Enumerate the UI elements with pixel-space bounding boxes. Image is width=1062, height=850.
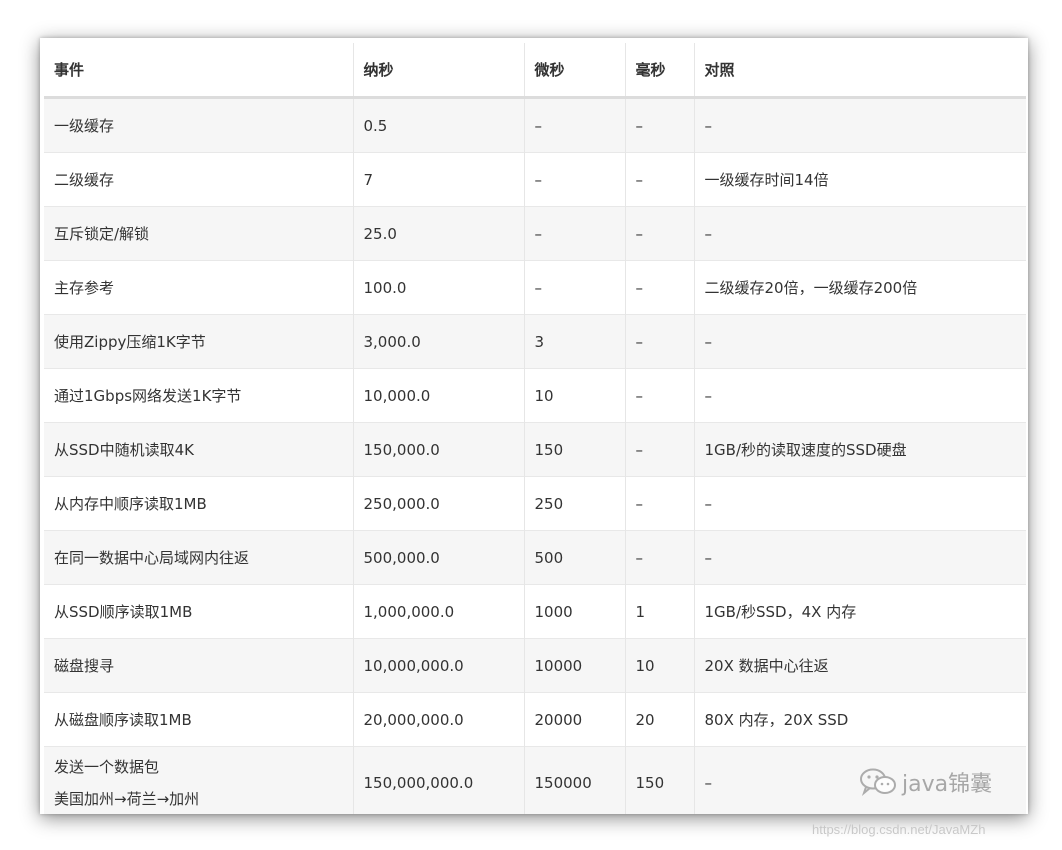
- cell-microseconds: 500: [524, 530, 626, 585]
- cell-event: 磁盘搜寻: [44, 638, 354, 693]
- cell-event-line1: 发送一个数据包: [54, 758, 160, 776]
- cell-microseconds: –: [524, 260, 626, 315]
- cell-event: 从SSD中随机读取4K: [44, 422, 354, 477]
- cell-comparison: –: [694, 368, 1026, 423]
- cell-microseconds: 150000: [524, 746, 626, 814]
- cell-microseconds: 150: [524, 422, 626, 477]
- cell-microseconds: 20000: [524, 692, 626, 747]
- cell-nanoseconds: 150,000,000.0: [353, 746, 525, 814]
- header-nanoseconds: 纳秒: [353, 43, 525, 99]
- cell-comparison: 二级缓存20倍，一级缓存200倍: [694, 260, 1026, 315]
- cell-milliseconds: –: [625, 97, 695, 153]
- cell-nanoseconds: 100.0: [353, 260, 525, 315]
- table-row: 使用Zippy压缩1K字节 3,000.0 3– –: [44, 314, 1026, 369]
- cell-milliseconds: –: [625, 476, 695, 531]
- cell-nanoseconds: 10,000,000.0: [353, 638, 525, 693]
- cell-event: 二级缓存: [44, 152, 354, 207]
- cell-milliseconds: 20: [625, 692, 695, 747]
- cell-comparison: –: [694, 97, 1026, 153]
- cell-nanoseconds: 1,000,000.0: [353, 584, 525, 639]
- cell-microseconds: 250: [524, 476, 626, 531]
- table-card: 事件 纳秒 微秒 毫秒 对照 一级缓存 0.5– – – 二级缓存 7– – 一级缓存时间14…: [40, 38, 1028, 814]
- cell-event: 发送一个数据包美国加州→荷兰→加州: [44, 746, 354, 814]
- cell-microseconds: –: [524, 206, 626, 261]
- cell-event: 互斥锁定/解锁: [44, 206, 354, 261]
- header-milliseconds: 毫秒: [625, 43, 695, 99]
- table-row: 磁盘搜寻 10,000,000.0 10000 10 20X 数据中心往返: [44, 638, 1026, 693]
- table-row: 从SSD顺序读取1MB 1,000,000.0 1000 1 1GB/秒SSD，4X 内…: [44, 584, 1026, 639]
- cell-event: 一级缓存: [44, 97, 354, 153]
- table-row: 通过1Gbps网络发送1K字节 10,000.0 10– –: [44, 368, 1026, 423]
- watermark-text: java锦囊: [902, 772, 993, 797]
- cell-milliseconds: 1: [625, 584, 695, 639]
- cell-nanoseconds: 25.0: [353, 206, 525, 261]
- cell-comparison: 一级缓存时间14倍: [694, 152, 1026, 207]
- cell-milliseconds: –: [625, 314, 695, 369]
- cell-microseconds: 1000: [524, 584, 626, 639]
- cell-comparison: 80X 内存，20X SSD: [694, 692, 1026, 747]
- cell-nanoseconds: 10,000.0: [353, 368, 525, 423]
- cell-event: 在同一数据中心局域网内往返: [44, 530, 354, 585]
- cell-nanoseconds: 150,000.0: [353, 422, 525, 477]
- cell-milliseconds: –: [625, 530, 695, 585]
- table-row: 从SSD中随机读取4K 150,000.0 150–1GB/秒的读取速度的SSD硬盘: [44, 422, 1026, 477]
- watermark: java锦囊: [858, 766, 992, 803]
- cell-milliseconds: –: [625, 368, 695, 423]
- table-row: 一级缓存 0.5– – –: [44, 97, 1026, 153]
- cell-comparison: 1GB/秒SSD，4X 内存: [694, 584, 1026, 639]
- table-row: 从内存中顺序读取1MB 250,000.0 250– –: [44, 476, 1026, 531]
- cell-comparison: –: [694, 206, 1026, 261]
- cell-nanoseconds: 250,000.0: [353, 476, 525, 531]
- table-row: 从磁盘顺序读取1MB 20,000,000.0 20000 20 80X 内存，20X …: [44, 692, 1026, 747]
- cell-event: 从内存中顺序读取1MB: [44, 476, 354, 531]
- cell-microseconds: –: [524, 97, 626, 153]
- cell-microseconds: 10: [524, 368, 626, 423]
- table-row: 互斥锁定/解锁 25.0– – –: [44, 206, 1026, 261]
- cell-milliseconds: –: [625, 206, 695, 261]
- cell-milliseconds: –: [625, 260, 695, 315]
- cell-milliseconds: –: [625, 152, 695, 207]
- cell-event: 从磁盘顺序读取1MB: [44, 692, 354, 747]
- table-row: 主存参考 100.0– – 二级缓存20倍，一级缓存200倍: [44, 260, 1026, 315]
- cell-comparison: 1GB/秒的读取速度的SSD硬盘: [694, 422, 1026, 477]
- table-row: 在同一数据中心局域网内往返 500,000.0 500– –: [44, 530, 1026, 585]
- cell-nanoseconds: 7: [353, 152, 525, 207]
- cell-microseconds: 3: [524, 314, 626, 369]
- header-comparison: 对照: [694, 43, 1026, 99]
- cell-nanoseconds: 0.5: [353, 97, 525, 153]
- header-row: 事件 纳秒 微秒 毫秒 对照: [44, 43, 1026, 99]
- cell-microseconds: –: [524, 152, 626, 207]
- cell-event: 使用Zippy压缩1K字节: [44, 314, 354, 369]
- cell-event: 通过1Gbps网络发送1K字节: [44, 368, 354, 423]
- latency-table: 事件 纳秒 微秒 毫秒 对照 一级缓存 0.5– – – 二级缓存 7– – 一级缓存时间14…: [44, 43, 1026, 814]
- cell-comparison: 20X 数据中心往返: [694, 638, 1026, 693]
- cell-milliseconds: –: [625, 422, 695, 477]
- wechat-icon: [858, 767, 898, 803]
- cell-comparison: –: [694, 476, 1026, 531]
- header-microseconds: 微秒: [524, 43, 626, 99]
- cell-comparison: –: [694, 314, 1026, 369]
- cell-nanoseconds: 500,000.0: [353, 530, 525, 585]
- cell-microseconds: 10000: [524, 638, 626, 693]
- cell-milliseconds: 150: [625, 746, 695, 814]
- cell-comparison: –: [694, 530, 1026, 585]
- cell-event: 从SSD顺序读取1MB: [44, 584, 354, 639]
- cell-nanoseconds: 3,000.0: [353, 314, 525, 369]
- cell-nanoseconds: 20,000,000.0: [353, 692, 525, 747]
- cell-event-line2: 美国加州→荷兰→加州: [54, 790, 200, 808]
- cell-milliseconds: 10: [625, 638, 695, 693]
- cell-event: 主存参考: [44, 260, 354, 315]
- source-url: https://blog.csdn.net/JavaMZh: [812, 822, 986, 837]
- header-event: 事件: [44, 43, 354, 99]
- table-row: 二级缓存 7– – 一级缓存时间14倍: [44, 152, 1026, 207]
